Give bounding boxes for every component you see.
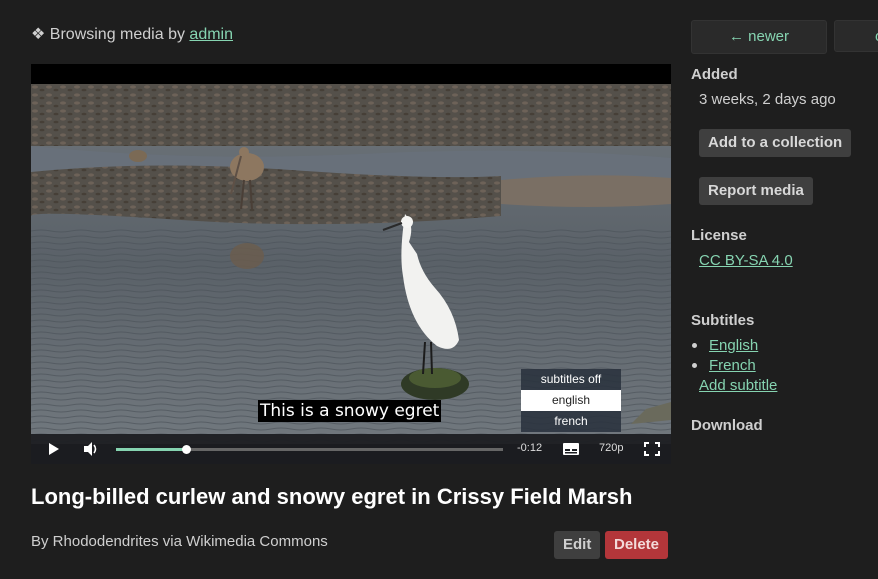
media-icon: ❖: [31, 26, 46, 43]
player-controls: -0:12 720p: [31, 434, 671, 464]
older-button[interactable]: o: [834, 20, 878, 52]
subtitles-icon[interactable]: [562, 441, 580, 457]
play-icon[interactable]: [45, 441, 63, 457]
subtitles-heading: Subtitles: [691, 312, 755, 329]
newer-button[interactable]: ← newer: [691, 20, 827, 54]
license-link[interactable]: CC BY-SA 4.0: [699, 252, 793, 269]
volume-icon[interactable]: [82, 441, 100, 457]
subtitle-menu: subtitles off english french: [521, 369, 621, 432]
added-heading: Added: [691, 66, 738, 83]
list-bullet: [692, 363, 697, 368]
media-title: Long-billed curlew and snowy egret in Cr…: [31, 484, 633, 509]
add-subtitle-link[interactable]: Add subtitle: [699, 377, 777, 394]
video-player[interactable]: This is a snowy egret subtitles off engl…: [31, 64, 671, 464]
time-remaining: -0:12: [517, 442, 543, 454]
breadcrumb-prefix: Browsing media by: [49, 26, 185, 43]
uploader-link[interactable]: admin: [189, 26, 233, 43]
quality-selector[interactable]: 720p: [599, 442, 623, 454]
license-heading: License: [691, 227, 747, 244]
report-media-button[interactable]: Report media: [699, 177, 813, 205]
add-to-collection-button[interactable]: Add to a collection: [699, 129, 852, 157]
subtitle-link-english[interactable]: English: [709, 337, 758, 354]
breadcrumb: ❖ Browsing media by admin: [31, 24, 233, 44]
subtitle-caption: This is a snowy egret: [258, 400, 442, 422]
seek-bar[interactable]: [116, 445, 503, 454]
seek-handle[interactable]: [181, 445, 191, 454]
added-value: 3 weeks, 2 days ago: [699, 91, 836, 108]
subtitle-option-off[interactable]: subtitles off: [521, 369, 621, 390]
list-bullet: [692, 343, 697, 348]
edit-button[interactable]: Edit: [554, 531, 601, 559]
subtitle-option-english[interactable]: english: [521, 390, 621, 411]
delete-button[interactable]: Delete: [605, 531, 669, 559]
subtitle-link-french[interactable]: French: [709, 357, 756, 374]
media-byline: By Rhododendrites via Wikimedia Commons: [31, 533, 328, 550]
download-heading: Download: [691, 417, 763, 434]
subtitle-option-french[interactable]: french: [521, 411, 621, 432]
fullscreen-icon[interactable]: [643, 441, 661, 457]
seek-progress: [116, 448, 186, 451]
